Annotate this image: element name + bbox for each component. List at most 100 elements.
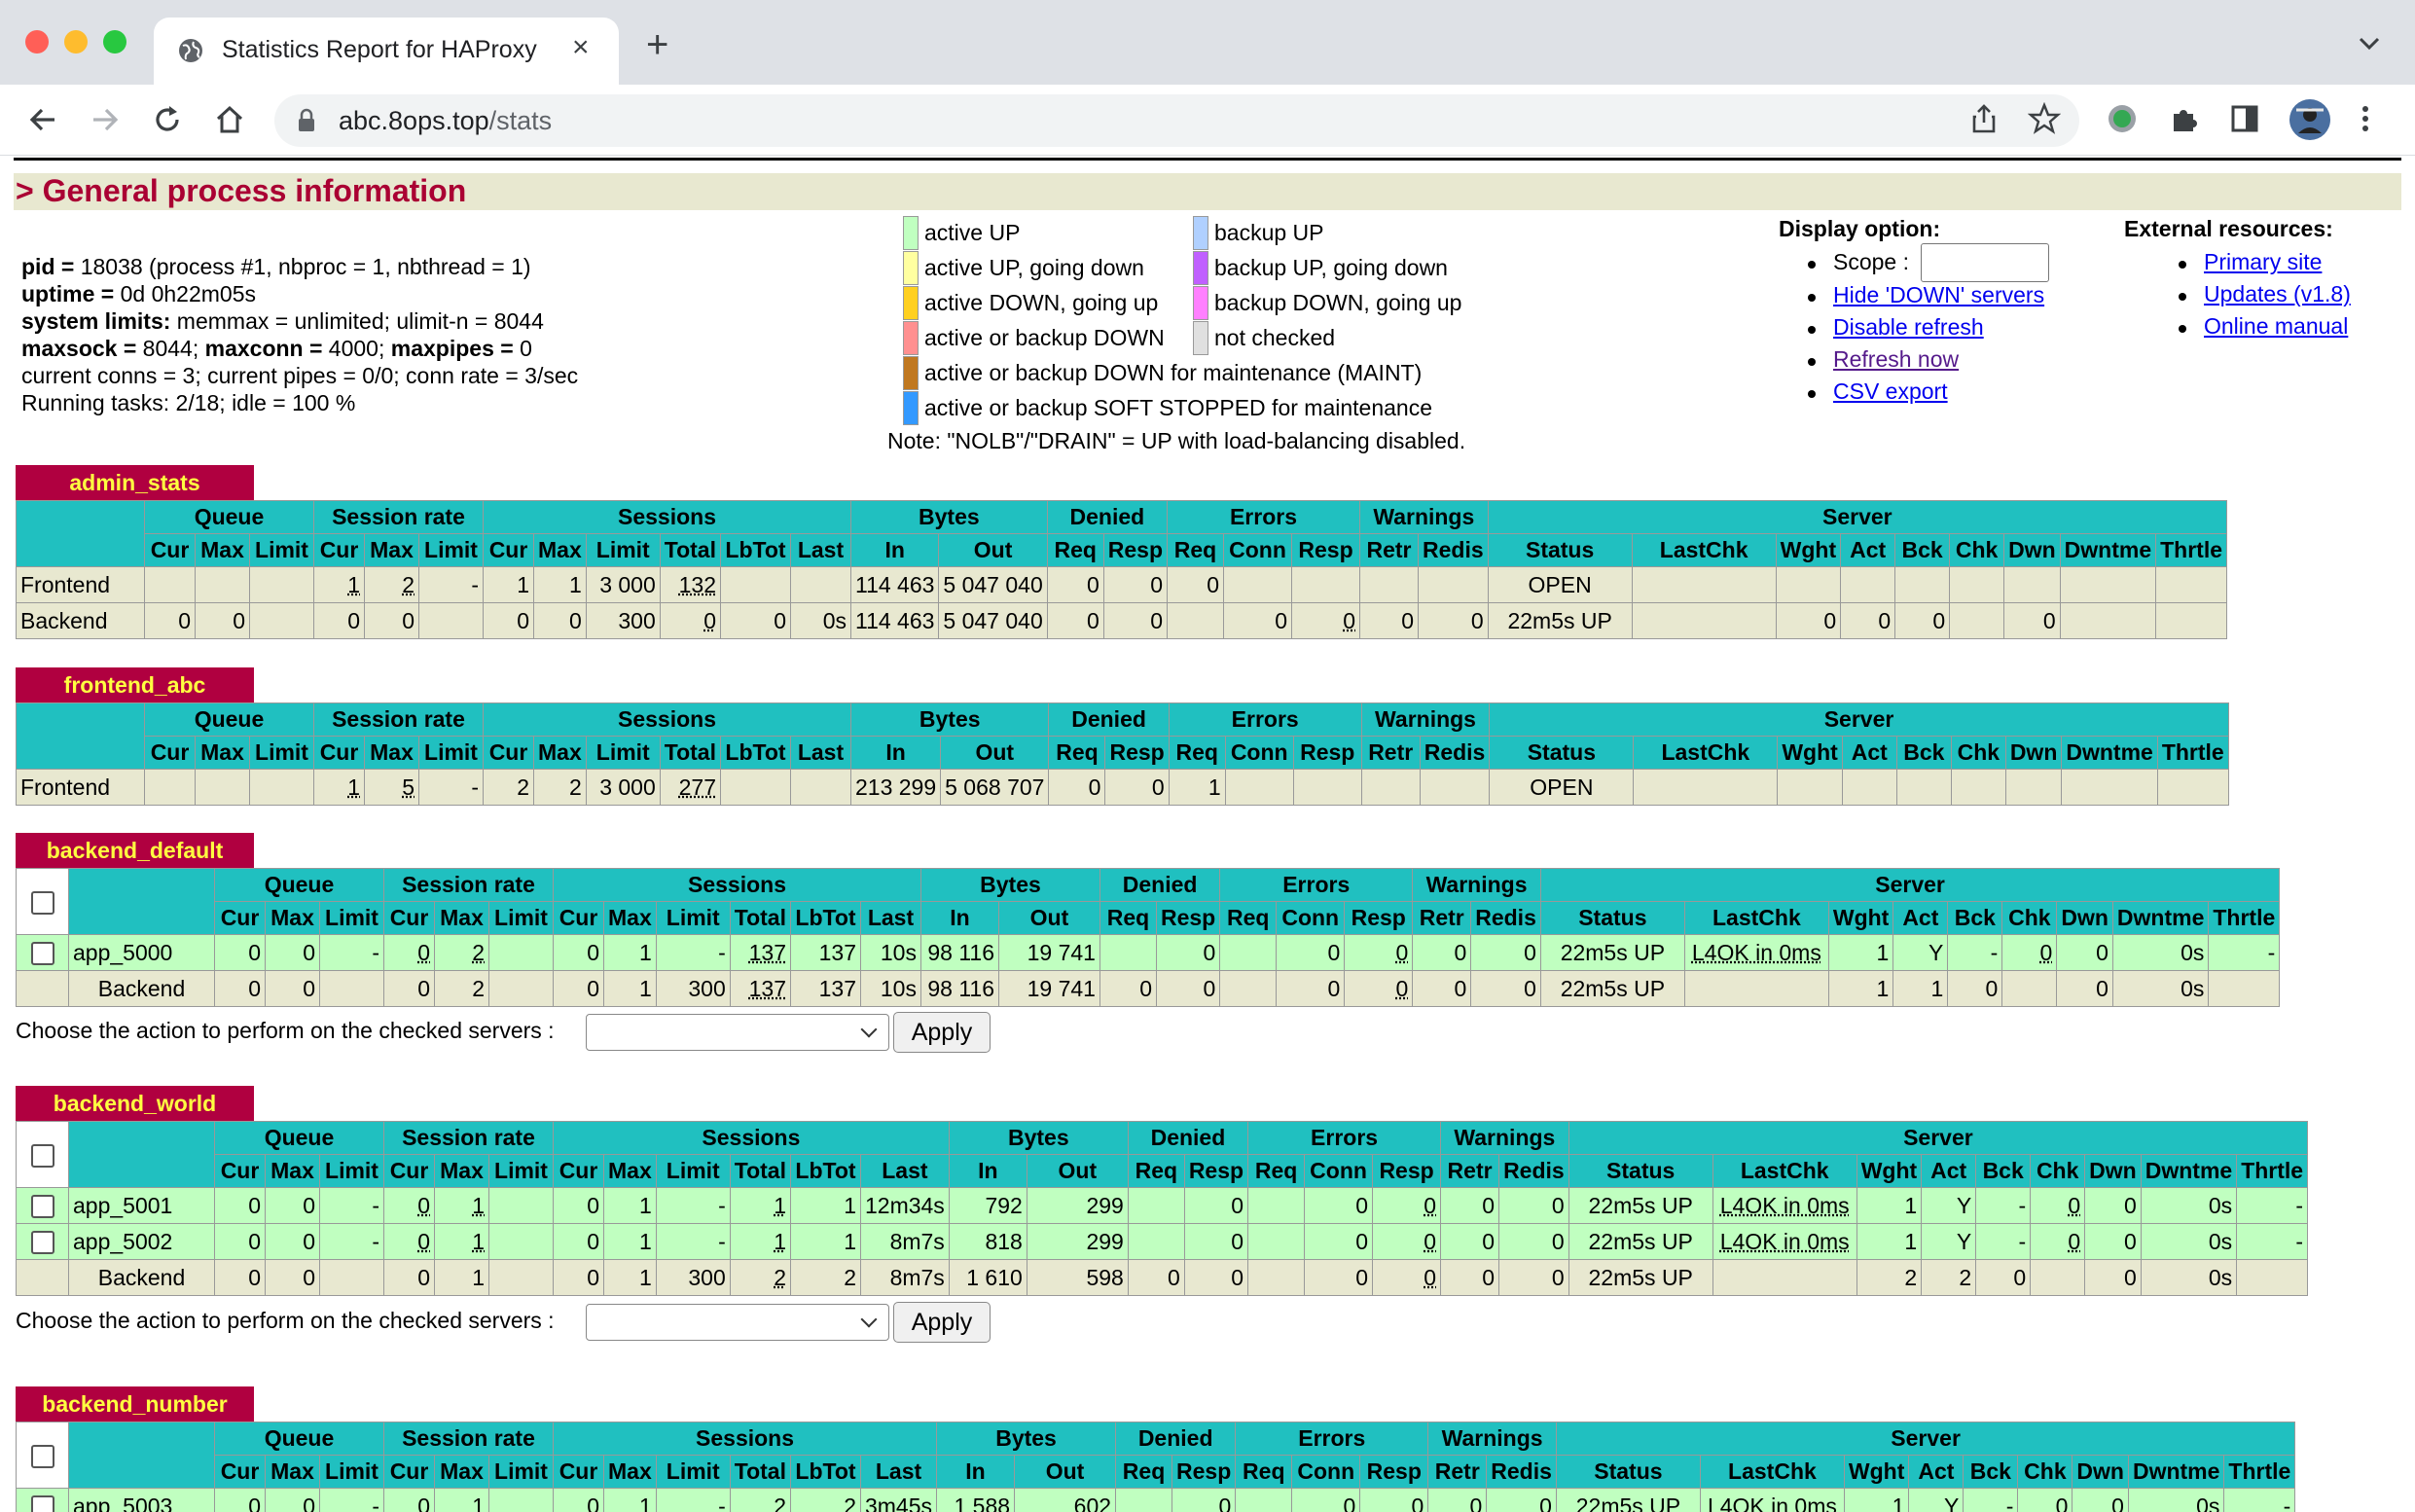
select-all-checkbox[interactable] xyxy=(30,1143,54,1168)
apply-button[interactable]: Apply xyxy=(893,1012,991,1053)
stat-cell xyxy=(719,566,791,603)
share-icon[interactable] xyxy=(1967,102,2000,135)
extension-circle-icon[interactable] xyxy=(2106,102,2139,135)
stat-value: 0s xyxy=(2208,1264,2233,1290)
stat-cell: 0 xyxy=(1372,1259,1442,1296)
bookmark-star-icon[interactable] xyxy=(2028,102,2061,135)
stat-cell xyxy=(1683,970,1829,1007)
proxy-row-name[interactable]: app_5001 xyxy=(68,1187,215,1224)
column-group-header: Queue xyxy=(214,868,384,902)
stat-value: 0s xyxy=(2181,975,2205,1001)
proxy-row-name[interactable]: app_5002 xyxy=(68,1223,215,1260)
column-header: Dwn xyxy=(2084,1154,2142,1188)
legend-swatch xyxy=(1193,251,1208,285)
online-manual-link[interactable]: Online manual xyxy=(2204,313,2348,340)
action-select[interactable] xyxy=(586,1014,889,1051)
stat-cell: 2 xyxy=(789,1259,861,1296)
tab-close-icon[interactable]: × xyxy=(572,31,590,64)
stat-value: 1 xyxy=(1876,939,1890,965)
stat-value: 2 xyxy=(568,774,582,800)
browser-tab[interactable]: Statistics Report for HAProxy × xyxy=(154,18,619,85)
column-header: Resp xyxy=(1171,1455,1237,1489)
column-group-header: Sessions xyxy=(553,868,921,902)
stat-cell xyxy=(1712,1259,1857,1296)
home-icon[interactable] xyxy=(212,102,247,137)
stat-value: 299 xyxy=(1086,1228,1124,1254)
stat-value: Y xyxy=(1944,1493,1960,1512)
stat-value: 1 xyxy=(1208,774,1221,800)
column-group-header: Denied xyxy=(1115,1422,1237,1456)
server-checkbox[interactable] xyxy=(30,1195,54,1219)
stat-value: - xyxy=(2018,1228,2027,1254)
stat-value: 0 xyxy=(1168,1264,1180,1290)
profile-avatar[interactable] xyxy=(2289,98,2331,141)
extensions-puzzle-icon[interactable] xyxy=(2168,102,2201,135)
apply-button[interactable]: Apply xyxy=(893,1302,991,1343)
stat-cell: 818 xyxy=(948,1223,1027,1260)
menu-kebab-icon[interactable] xyxy=(2359,102,2372,135)
refresh-now-link[interactable]: Refresh now xyxy=(1833,346,1959,373)
server-checkbox[interactable] xyxy=(30,1495,54,1512)
stat-cell: 0 xyxy=(553,1488,604,1512)
window-close-button[interactable] xyxy=(25,30,49,54)
disable-refresh-link[interactable]: Disable refresh xyxy=(1833,314,1984,341)
column-header: Resp xyxy=(1372,1154,1442,1188)
address-bar[interactable]: abc.8ops.top/stats xyxy=(274,94,2079,147)
column-header: Redis xyxy=(1486,1455,1557,1489)
table-header-groups: Queue Session rate Sessions Bytes Denied Erro… xyxy=(16,1422,2296,1489)
stat-value: 1 610 xyxy=(966,1264,1023,1290)
stat-cell: 0 xyxy=(1304,1187,1374,1224)
tab-search-chevron-icon[interactable] xyxy=(2357,33,2382,53)
maxsock-value: 8044; xyxy=(136,336,205,361)
csv-export-link[interactable]: CSV export xyxy=(1833,378,1948,405)
column-header: Limit xyxy=(418,533,484,567)
lock-icon[interactable] xyxy=(296,108,317,133)
column-header: Max xyxy=(265,1455,320,1489)
primary-site-link[interactable]: Primary site xyxy=(2204,249,2322,275)
stat-cell: 0s xyxy=(2140,1259,2238,1296)
window-zoom-button[interactable] xyxy=(103,30,126,54)
proxy-row-name[interactable]: app_5003 xyxy=(68,1488,215,1512)
column-header: Dwn xyxy=(2056,901,2113,935)
column-header: Limit xyxy=(249,533,314,567)
stat-cell xyxy=(1127,1187,1185,1224)
stat-cell: 0 xyxy=(265,1488,320,1512)
stat-value: 0 xyxy=(1150,571,1163,597)
scope-input[interactable] xyxy=(1921,243,2049,282)
side-panel-icon[interactable] xyxy=(2228,102,2261,135)
new-tab-icon[interactable]: + xyxy=(646,25,668,64)
proxy-row-name[interactable]: app_5000 xyxy=(68,934,215,971)
column-header: Redis xyxy=(1470,901,1541,935)
stat-value: 0 xyxy=(1424,1228,1437,1254)
maxpipes-label: maxpipes = xyxy=(390,336,514,361)
globe-icon xyxy=(179,39,202,62)
proxy-stats-table: Queue Session rate Sessions Bytes Denied Erro… xyxy=(16,868,2281,1007)
stat-cell: 300 xyxy=(655,970,731,1007)
updates-link[interactable]: Updates (v1.8) xyxy=(2204,281,2351,307)
name-header-cell xyxy=(68,1422,215,1489)
stat-cell: 22m5s UP xyxy=(1568,1187,1713,1224)
reload-icon[interactable] xyxy=(150,102,185,137)
server-checkbox[interactable] xyxy=(30,942,54,966)
server-checkbox[interactable] xyxy=(30,1231,54,1255)
select-all-checkbox[interactable] xyxy=(30,1444,54,1468)
column-header: Resp xyxy=(1292,736,1362,770)
column-header: LbTot xyxy=(719,533,791,567)
select-all-checkbox[interactable] xyxy=(30,890,54,915)
hide-down-servers-link[interactable]: Hide 'DOWN' servers xyxy=(1833,282,2044,308)
display-options: Display option: Scope : Hide 'DOWN' serv… xyxy=(1779,216,2049,404)
stat-cell xyxy=(418,602,484,639)
stat-cell: 0 xyxy=(553,970,604,1007)
stat-cell xyxy=(1224,769,1294,806)
back-icon[interactable] xyxy=(25,102,60,137)
stat-cell: 2 xyxy=(434,934,489,971)
window-minimize-button[interactable] xyxy=(64,30,88,54)
forward-icon[interactable] xyxy=(88,102,123,137)
proxy-name-tab: admin_stats xyxy=(16,465,254,500)
stat-cell: 0 xyxy=(383,1259,435,1296)
stat-cell: 0 xyxy=(1276,934,1346,971)
maxconn-label: maxconn = xyxy=(204,336,323,361)
column-group-header: Bytes xyxy=(919,868,1100,902)
action-select[interactable] xyxy=(586,1304,889,1341)
stat-value: 0 xyxy=(1823,607,1837,633)
